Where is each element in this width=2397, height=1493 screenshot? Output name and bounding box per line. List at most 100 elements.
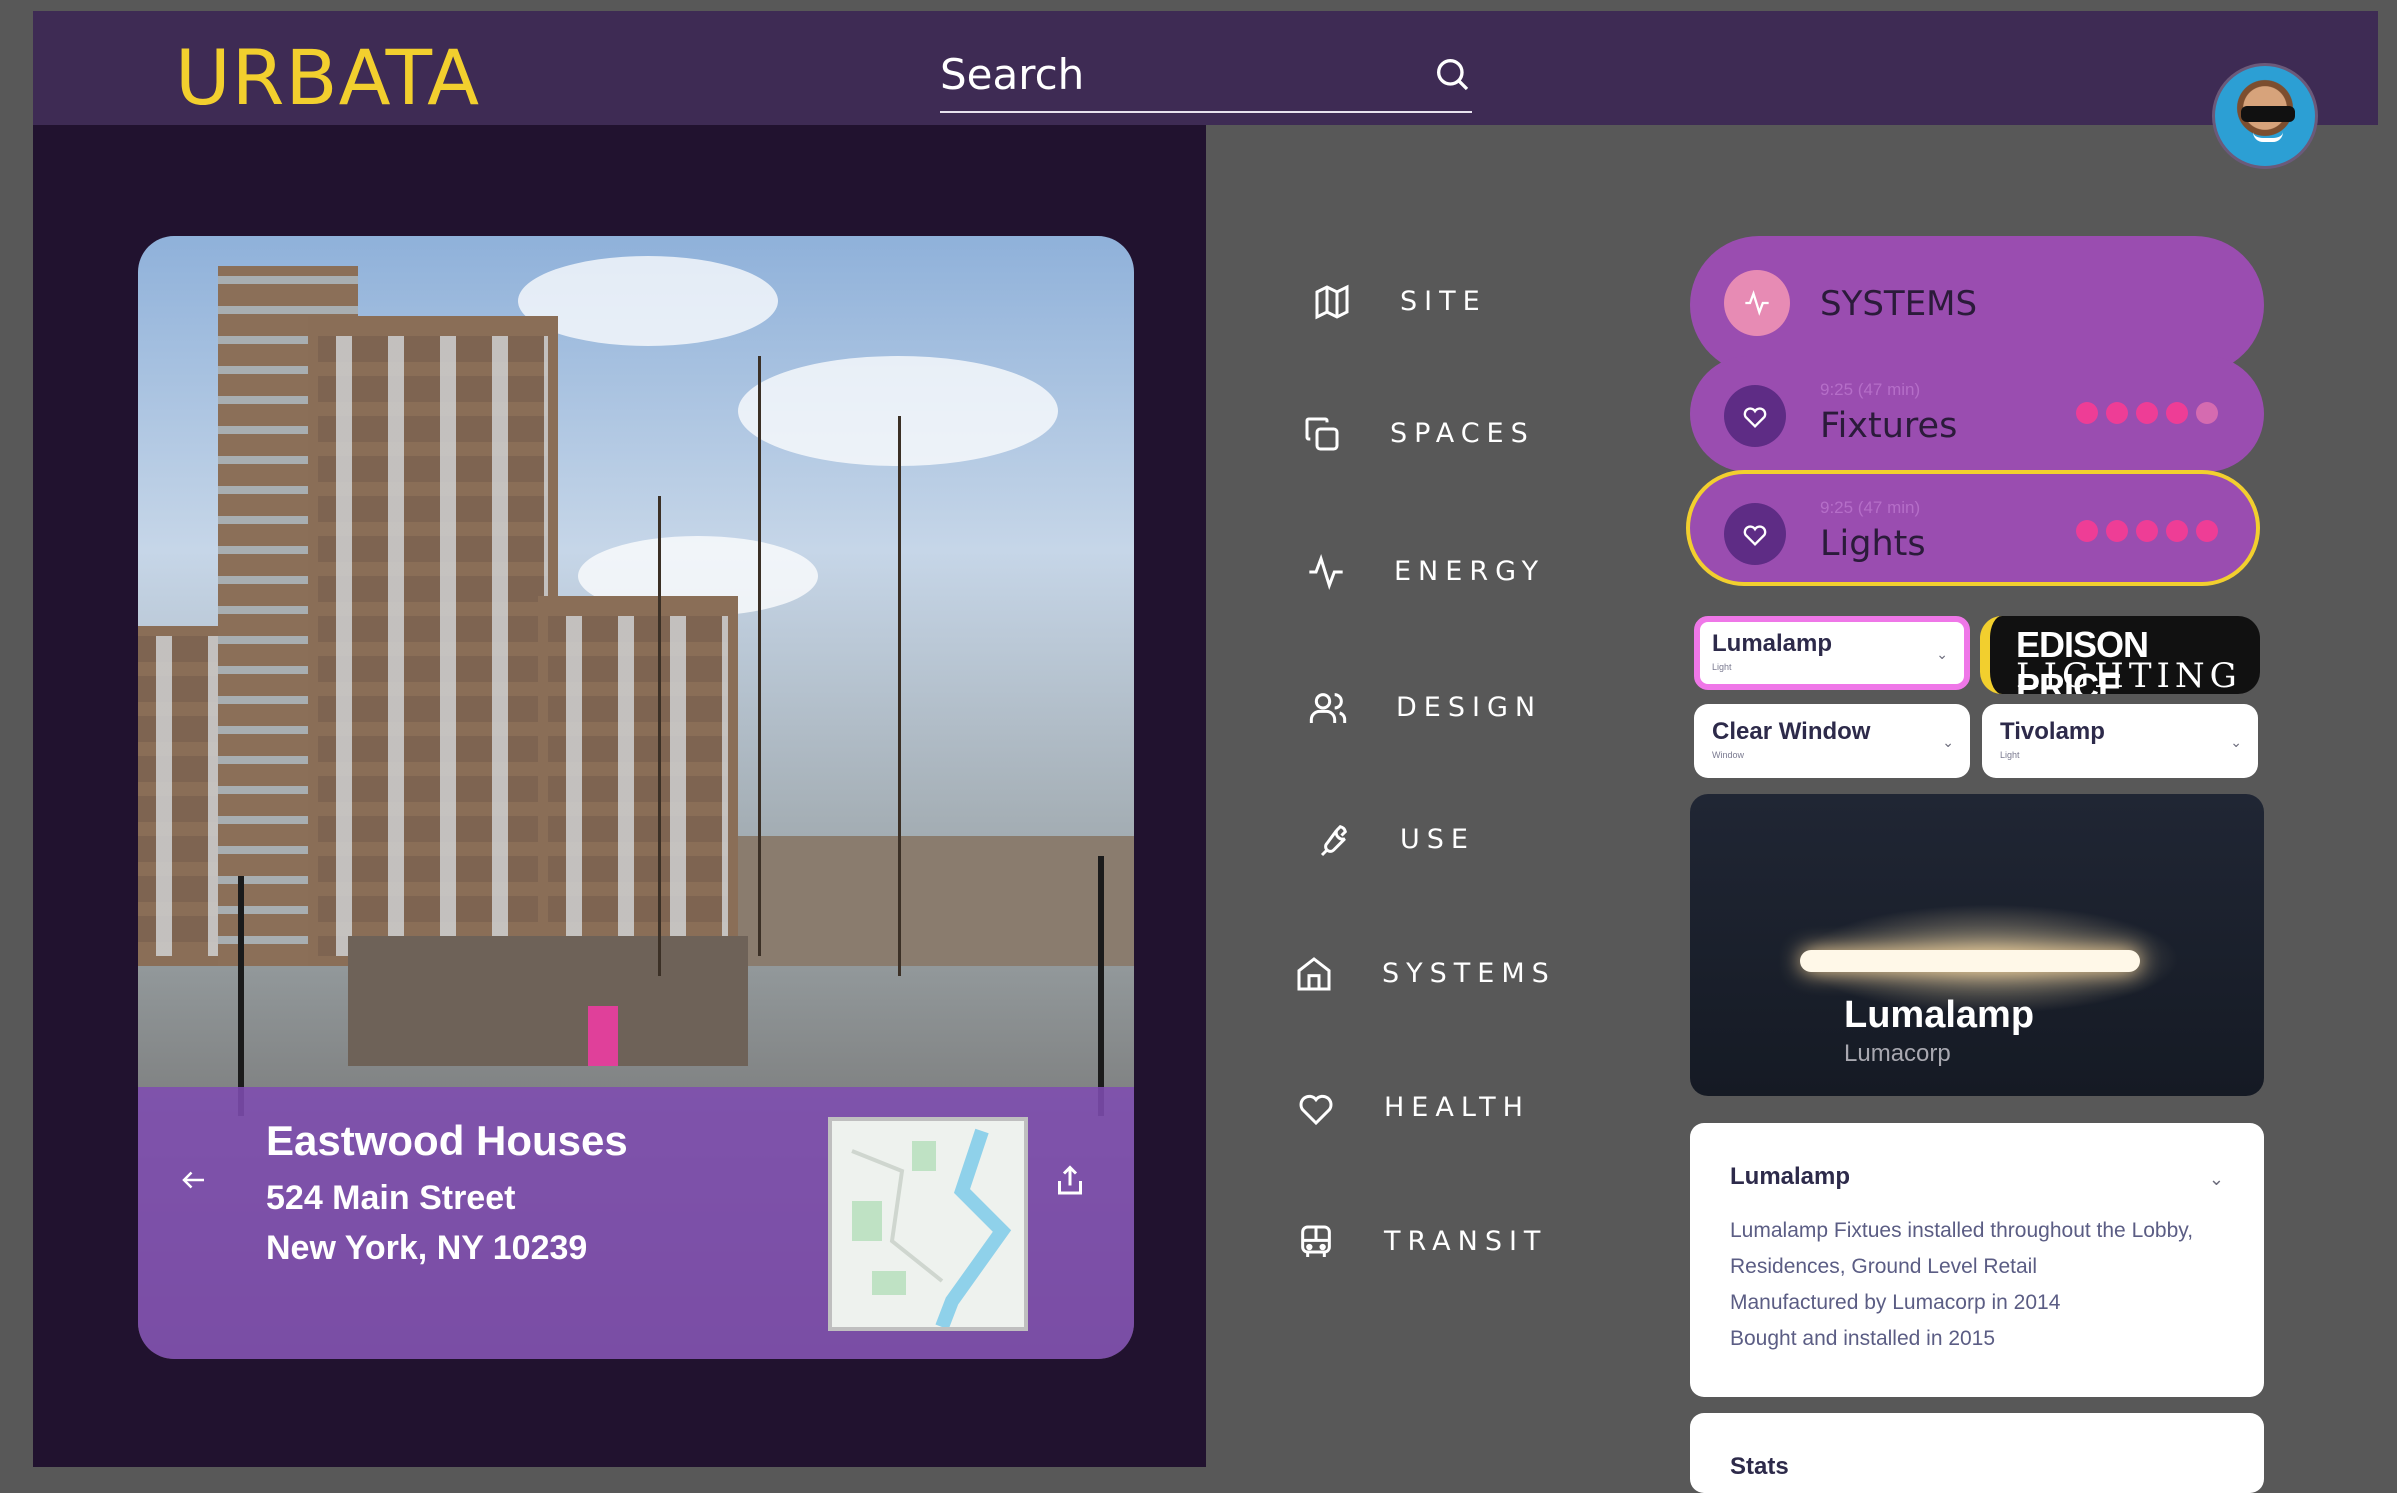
top-bar: URBATA (33, 11, 2378, 125)
product-name: Lumalamp (1844, 994, 2035, 1036)
search-bar (940, 38, 1472, 113)
fixtures-rating (2076, 402, 2218, 424)
lamp-post (1098, 856, 1104, 1116)
details-line: Manufactured by Lumacorp in 2014 (1730, 1291, 2061, 1314)
select-title: Clear Window (1712, 718, 1871, 745)
app-logo[interactable]: URBATA (175, 33, 480, 122)
lamp-post (238, 876, 244, 1116)
tivolamp-select[interactable]: Tivolamp Light ⌄ (1982, 704, 2258, 778)
nav-item-design[interactable]: DESIGN (1286, 678, 1586, 738)
rating-dot (2076, 402, 2098, 424)
nav-label: ENERGY (1394, 556, 1546, 587)
tree-trunk (758, 356, 761, 956)
address-city: New York, NY 10239 (266, 1229, 588, 1267)
building-windows (318, 336, 548, 956)
lumalamp-select[interactable]: Lumalamp Light ⌄ (1694, 616, 1970, 690)
tree-trunk (658, 496, 661, 976)
rating-dot-empty (2196, 402, 2218, 424)
rating-dot (2166, 402, 2188, 424)
fixtures-time: 9:25 (47 min) (1820, 380, 1921, 399)
lights-time: 9:25 (47 min) (1820, 498, 1921, 517)
building-name: Eastwood Houses (266, 1117, 628, 1164)
rating-dot (2136, 402, 2158, 424)
user-avatar[interactable] (2212, 63, 2318, 169)
fixtures-name: Fixtures (1820, 406, 1958, 446)
mini-map[interactable] (828, 1117, 1028, 1331)
rating-dot (2166, 520, 2188, 542)
nav-item-spaces[interactable]: SPACES (1280, 404, 1580, 464)
select-title: Tivolamp (2000, 718, 2105, 745)
rating-dot (2196, 520, 2218, 542)
banner-flag (588, 1006, 618, 1066)
nav-label: DESIGN (1396, 692, 1543, 723)
details-line: Bought and installed in 2015 (1730, 1327, 1996, 1350)
rating-dot (2136, 520, 2158, 542)
stats-panel[interactable]: Stats (1690, 1413, 2264, 1493)
select-title: Lumalamp (1712, 630, 1833, 657)
building-podium (348, 936, 748, 1066)
tree-trunk (898, 416, 901, 976)
fixtures-icon-circle (1724, 385, 1786, 447)
building-card[interactable]: Eastwood Houses 524 Main Street New York… (138, 236, 1134, 1359)
nav-item-energy[interactable]: ENERGY (1284, 542, 1584, 602)
building-windows (138, 636, 218, 956)
lights-card[interactable]: 9:25 (47 min) Lights (1686, 470, 2260, 586)
fixtures-card[interactable]: 9:25 (47 min) Fixtures (1690, 356, 2264, 472)
wrench-icon (1320, 825, 1347, 857)
chevron-down-icon: ⌄ (2230, 734, 2242, 750)
nav-label: SYSTEMS (1382, 958, 1556, 989)
lights-rating (2076, 520, 2218, 542)
nav-item-use[interactable]: USE (1290, 810, 1590, 870)
product-maker: Lumacorp (1844, 1040, 1951, 1067)
heart-icon (1299, 1094, 1333, 1126)
chevron-down-icon: ⌄ (1936, 646, 1948, 662)
chevron-down-icon: ⌄ (1942, 734, 1954, 750)
details-panel: Lumalamp ⌄ Lumalamp Fixtues installed th… (1690, 1123, 2264, 1397)
details-line: Lumalamp Fixtues installed throughout th… (1730, 1219, 2194, 1242)
nav-label: TRANSIT (1384, 1226, 1548, 1257)
lamp-tube (1800, 950, 2140, 972)
nav-item-transit[interactable]: TRANSIT (1274, 1212, 1574, 1272)
home-icon (1297, 957, 1331, 991)
product-card[interactable]: Lumalamp Lumacorp (1690, 794, 2264, 1096)
brand-line2: LIGHTING (2016, 656, 2242, 694)
lights-name: Lights (1820, 524, 1926, 564)
details-line: Residences, Ground Level Retail (1730, 1255, 2038, 1278)
pulse-icon (1745, 290, 1769, 316)
chevron-down-icon[interactable]: ⌄ (2209, 1169, 2224, 1190)
nav-label: SPACES (1390, 418, 1535, 449)
select-subtitle: Window (1712, 750, 1745, 760)
rating-dot (2076, 520, 2098, 542)
search-input[interactable] (940, 38, 1400, 110)
bus-icon (1301, 1225, 1331, 1257)
map-icon (1315, 284, 1349, 320)
building-windows (548, 616, 728, 956)
nav-label: SITE (1400, 286, 1487, 317)
heart-icon (1743, 407, 1767, 428)
clear-window-select[interactable]: Clear Window Window ⌄ (1694, 704, 1970, 778)
building-low (738, 836, 1134, 966)
avatar-glasses (2241, 106, 2295, 122)
map-graphic (832, 1121, 1024, 1327)
copy-icon (1305, 417, 1339, 451)
edison-price-logo: EDISON PRICE LIGHTING (1980, 616, 2260, 694)
nav-label: HEALTH (1384, 1092, 1530, 1123)
nav-item-health[interactable]: HEALTH (1274, 1078, 1574, 1138)
share-icon[interactable] (1052, 1161, 1088, 1201)
back-arrow-icon[interactable] (176, 1165, 212, 1195)
nav-item-systems[interactable]: SYSTEMS (1272, 944, 1572, 1004)
search-icon[interactable] (1432, 54, 1472, 94)
systems-title: SYSTEMS (1820, 284, 1978, 324)
nav-label: USE (1400, 824, 1475, 855)
rating-dot (2106, 402, 2128, 424)
nav-item-site[interactable]: SITE (1290, 272, 1590, 332)
rating-dot (2106, 520, 2128, 542)
lights-icon-circle (1724, 503, 1786, 565)
details-title: Lumalamp (1730, 1163, 1851, 1190)
building-info-overlay: Eastwood Houses 524 Main Street New York… (138, 1087, 1134, 1359)
users-icon (1309, 693, 1347, 723)
stats-title: Stats (1730, 1453, 1789, 1480)
systems-card[interactable]: SYSTEMS (1690, 236, 2264, 374)
address-street: 524 Main Street (266, 1179, 516, 1217)
avatar-smile (2253, 132, 2283, 142)
